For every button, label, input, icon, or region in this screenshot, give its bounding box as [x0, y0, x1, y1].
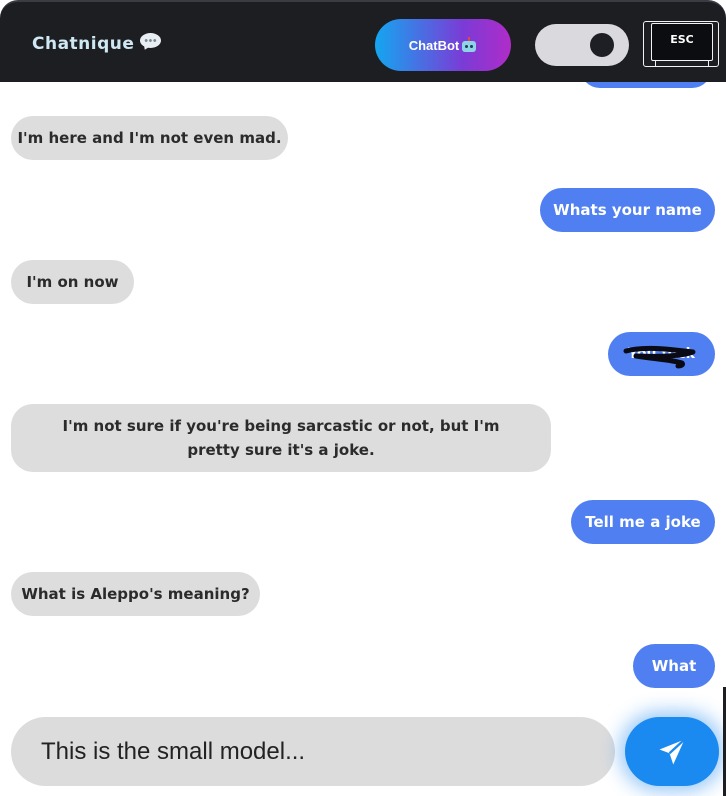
esc-label: ESC [670, 33, 694, 46]
chatbot-button[interactable]: ChatBot [375, 19, 511, 71]
app-logo: Chatnique [32, 33, 162, 54]
message-input[interactable] [11, 717, 615, 786]
bot-message: I'm not sure if you're being sarcastic o… [11, 404, 551, 472]
user-message-redacted: You fuck [608, 332, 715, 376]
app-header: Chatnique ChatBot ESC [0, 0, 726, 82]
theme-toggle[interactable] [535, 24, 629, 66]
user-message: Tell me a joke [571, 500, 715, 544]
bot-message: I'm on now [11, 260, 134, 304]
paper-plane-icon [659, 738, 686, 764]
bot-message: What is Aleppo's meaning? [11, 572, 260, 616]
esc-key-frame: ESC [643, 21, 719, 67]
app-name: Chatnique [32, 34, 135, 54]
user-message: Whats your name [540, 188, 715, 232]
bot-message: I'm here and I'm not even mad. [11, 116, 288, 160]
chat-app: I'm here and I'm not even mad. Whats you… [0, 0, 726, 796]
esc-button[interactable]: ESC [651, 23, 713, 67]
speech-bubble-icon [140, 33, 162, 52]
send-button[interactable] [625, 717, 719, 786]
user-message: What [633, 644, 715, 688]
robot-icon [461, 37, 477, 53]
toggle-knob [590, 33, 614, 57]
chatbot-label: ChatBot [408, 37, 460, 53]
